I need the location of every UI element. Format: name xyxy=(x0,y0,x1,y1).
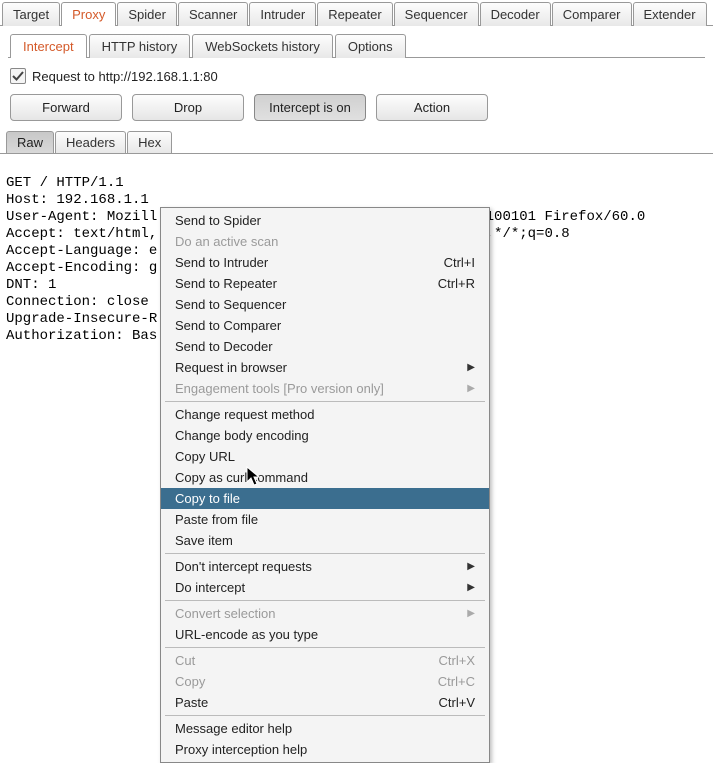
menu-change-method[interactable]: Change request method xyxy=(161,404,489,425)
raw-line: Accept-Encoding: g xyxy=(6,260,157,276)
tab-spider[interactable]: Spider xyxy=(117,2,177,26)
menu-send-repeater[interactable]: Send to RepeaterCtrl+R xyxy=(161,273,489,294)
tab-scanner[interactable]: Scanner xyxy=(178,2,248,26)
lower-tab-row: Raw Headers Hex xyxy=(0,131,713,154)
raw-line: DNT: 1 xyxy=(6,277,56,293)
raw-line: Connection: close xyxy=(6,294,149,310)
request-label: Request to http://192.168.1.1:80 xyxy=(32,69,218,84)
raw-line: Accept: text/html, xyxy=(6,226,157,242)
raw-line: 0100101 Firefox/60.0 xyxy=(477,209,645,225)
sub-tab-row: Intercept HTTP history WebSockets histor… xyxy=(0,26,713,58)
menu-copy-curl[interactable]: Copy as curl command xyxy=(161,467,489,488)
menu-copy-to-file[interactable]: Copy to file xyxy=(161,488,489,509)
menu-do-intercept[interactable]: Do intercept▶ xyxy=(161,577,489,598)
tab-intruder[interactable]: Intruder xyxy=(249,2,316,26)
lower-tab-headers[interactable]: Headers xyxy=(55,131,126,153)
forward-button[interactable]: Forward xyxy=(10,94,122,121)
tab-repeater[interactable]: Repeater xyxy=(317,2,392,26)
top-tab-row: Target Proxy Spider Scanner Intruder Rep… xyxy=(0,0,713,26)
menu-cut: CutCtrl+X xyxy=(161,650,489,671)
menu-send-comparer[interactable]: Send to Comparer xyxy=(161,315,489,336)
tab-decoder[interactable]: Decoder xyxy=(480,2,551,26)
action-button[interactable]: Action xyxy=(376,94,488,121)
raw-line: GET / HTTP/1.1 xyxy=(6,175,124,191)
menu-separator xyxy=(165,401,485,402)
raw-line: User-Agent: Mozill xyxy=(6,209,157,225)
shortcut: Ctrl+V xyxy=(439,695,475,710)
menu-paste[interactable]: PasteCtrl+V xyxy=(161,692,489,713)
raw-line: Authorization: Bas xyxy=(6,328,157,344)
menu-send-decoder[interactable]: Send to Decoder xyxy=(161,336,489,357)
drop-button[interactable]: Drop xyxy=(132,94,244,121)
tab-target[interactable]: Target xyxy=(2,2,60,26)
menu-convert-selection: Convert selection▶ xyxy=(161,603,489,624)
request-label-row: Request to http://192.168.1.1:80 xyxy=(0,58,713,90)
sub-tab-options[interactable]: Options xyxy=(335,34,406,58)
shortcut: Ctrl+C xyxy=(438,674,475,689)
menu-send-intruder[interactable]: Send to IntruderCtrl+I xyxy=(161,252,489,273)
menu-message-editor-help[interactable]: Message editor help xyxy=(161,718,489,739)
action-row: Forward Drop Intercept is on Action xyxy=(0,90,713,131)
menu-copy: CopyCtrl+C xyxy=(161,671,489,692)
menu-separator xyxy=(165,553,485,554)
menu-request-browser[interactable]: Request in browser▶ xyxy=(161,357,489,378)
tab-extender[interactable]: Extender xyxy=(633,2,707,26)
submenu-arrow-icon: ▶ xyxy=(467,383,475,394)
menu-separator xyxy=(165,715,485,716)
shortcut: Ctrl+R xyxy=(438,276,475,291)
menu-active-scan: Do an active scan xyxy=(161,231,489,252)
tab-sequencer[interactable]: Sequencer xyxy=(394,2,479,26)
raw-line: Accept-Language: e xyxy=(6,243,157,259)
sub-tab-http-history[interactable]: HTTP history xyxy=(89,34,191,58)
menu-paste-from-file[interactable]: Paste from file xyxy=(161,509,489,530)
menu-copy-url[interactable]: Copy URL xyxy=(161,446,489,467)
menu-dont-intercept[interactable]: Don't intercept requests▶ xyxy=(161,556,489,577)
raw-line: 9,*/*;q=0.8 xyxy=(477,226,569,242)
submenu-arrow-icon: ▶ xyxy=(467,362,475,373)
shortcut: Ctrl+X xyxy=(439,653,475,668)
tab-comparer[interactable]: Comparer xyxy=(552,2,632,26)
menu-send-spider[interactable]: Send to Spider xyxy=(161,210,489,231)
menu-separator xyxy=(165,600,485,601)
submenu-arrow-icon: ▶ xyxy=(467,608,475,619)
menu-engagement-tools: Engagement tools [Pro version only]▶ xyxy=(161,378,489,399)
sub-tab-websockets-history[interactable]: WebSockets history xyxy=(192,34,333,58)
menu-send-sequencer[interactable]: Send to Sequencer xyxy=(161,294,489,315)
menu-separator xyxy=(165,647,485,648)
submenu-arrow-icon: ▶ xyxy=(467,582,475,593)
menu-url-encode[interactable]: URL-encode as you type xyxy=(161,624,489,645)
menu-proxy-interception-help[interactable]: Proxy interception help xyxy=(161,739,489,760)
intercept-toggle-button[interactable]: Intercept is on xyxy=(254,94,366,121)
lower-tab-hex[interactable]: Hex xyxy=(127,131,172,153)
context-menu: Send to Spider Do an active scan Send to… xyxy=(160,207,490,763)
menu-save-item[interactable]: Save item xyxy=(161,530,489,551)
menu-change-body[interactable]: Change body encoding xyxy=(161,425,489,446)
submenu-arrow-icon: ▶ xyxy=(467,561,475,572)
sub-tab-intercept[interactable]: Intercept xyxy=(10,34,87,58)
request-checkbox[interactable] xyxy=(10,68,26,84)
tab-proxy[interactable]: Proxy xyxy=(61,2,116,26)
raw-line: Host: 192.168.1.1 xyxy=(6,192,149,208)
shortcut: Ctrl+I xyxy=(444,255,475,270)
lower-tab-raw[interactable]: Raw xyxy=(6,131,54,153)
raw-line: Upgrade-Insecure-R xyxy=(6,311,157,327)
